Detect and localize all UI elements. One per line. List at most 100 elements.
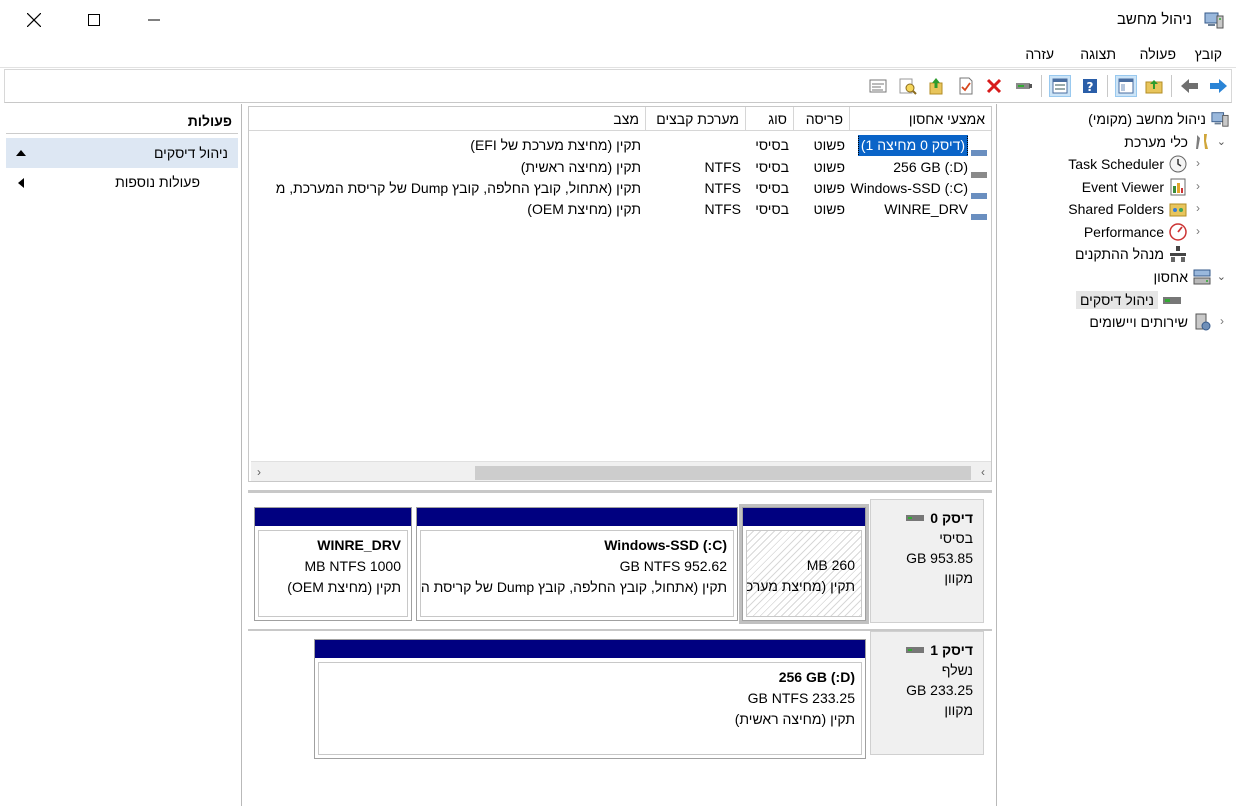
scroll-right-icon[interactable]: › bbox=[981, 465, 985, 479]
shared-folders-icon bbox=[1168, 199, 1188, 219]
volume-list: אמצעי אחסון פריסה סוג מערכת קבצים מצב (ד… bbox=[248, 106, 992, 482]
folder-up-icon bbox=[1145, 80, 1163, 94]
navigation-tree: ניהול מחשב (מקומי) כלי מערכת ⌄ Task Sche… bbox=[996, 104, 1234, 806]
partition-winre[interactable]: WINRE_DRV MB NTFS 1000 תקין (מחיצת OEM) bbox=[254, 507, 412, 621]
computer-management-icon bbox=[1210, 109, 1230, 129]
event-viewer-icon bbox=[1168, 177, 1188, 197]
actions-group-disk-management[interactable]: ניהול דיסקים bbox=[6, 138, 238, 168]
up-one-level-button[interactable] bbox=[1143, 75, 1165, 97]
chevron-left-icon[interactable]: ‹ bbox=[1196, 201, 1200, 215]
horizontal-scrollbar[interactable]: ‹ › bbox=[251, 461, 991, 481]
chevron-left-icon[interactable]: ‹ bbox=[1196, 156, 1200, 170]
tree-item-device-manager[interactable]: מנהל ההתקנים bbox=[1075, 243, 1188, 265]
tree-item-storage[interactable]: אחסון bbox=[1154, 266, 1212, 288]
column-header-type[interactable]: סוג bbox=[745, 107, 793, 131]
storage-icon bbox=[1192, 267, 1212, 287]
list-view-button[interactable] bbox=[867, 75, 889, 97]
more-actions-item[interactable]: פעולות נוספות bbox=[6, 168, 238, 196]
tree-item-root[interactable]: ניהול מחשב (מקומי) bbox=[1088, 108, 1230, 130]
chevron-down-icon[interactable]: ⌄ bbox=[1217, 270, 1226, 283]
chevron-left-icon[interactable]: ‹ bbox=[1196, 179, 1200, 193]
tree-item-disk-management[interactable]: ניהול דיסקים bbox=[1075, 289, 1182, 311]
tree-item-shared-folders[interactable]: Shared Folders bbox=[1068, 198, 1188, 220]
help-icon: ? bbox=[1083, 79, 1097, 94]
maximize-button[interactable] bbox=[82, 8, 106, 32]
back-arrow-icon bbox=[1181, 79, 1198, 93]
forward-button[interactable] bbox=[1207, 75, 1229, 97]
computer-management-icon bbox=[1204, 10, 1224, 30]
check-disk-button[interactable] bbox=[955, 75, 977, 97]
back-button[interactable] bbox=[1179, 75, 1201, 97]
menu-view[interactable]: תצוגה bbox=[1080, 46, 1116, 62]
forward-arrow-icon bbox=[1210, 79, 1227, 93]
check-icon bbox=[959, 77, 973, 95]
chevron-down-icon[interactable]: ⌄ bbox=[1217, 135, 1226, 148]
menu-file[interactable]: קובץ bbox=[1195, 46, 1222, 62]
chevron-left-icon[interactable]: ‹ bbox=[1196, 224, 1200, 238]
menu-action[interactable]: פעולה bbox=[1140, 46, 1176, 62]
connect-icon bbox=[1016, 83, 1032, 89]
column-header-volume[interactable]: אמצעי אחסון bbox=[849, 107, 991, 131]
services-icon bbox=[1192, 312, 1212, 332]
tree-item-system-tools[interactable]: כלי מערכת bbox=[1124, 131, 1212, 153]
disk-0-info[interactable]: דיסק 0 בסיסי GB 953.85 מקוון bbox=[870, 499, 984, 623]
center-pane: אמצעי אחסון פריסה סוג מערכת קבצים מצב (ד… bbox=[246, 104, 992, 806]
table-row[interactable]: (C:) Windows-SSD פשוט בסיסי NTFS תקין (א… bbox=[249, 178, 991, 199]
column-header-filesystem[interactable]: מערכת קבצים bbox=[645, 107, 745, 131]
show-hide-tree-button[interactable] bbox=[1115, 75, 1137, 97]
close-button[interactable] bbox=[22, 8, 46, 32]
connect-button[interactable] bbox=[1013, 75, 1035, 97]
search-icon bbox=[899, 78, 917, 95]
tools-icon bbox=[1192, 132, 1212, 152]
list-view-icon bbox=[869, 79, 887, 93]
volume-icon bbox=[971, 206, 987, 220]
toolbar: ? bbox=[4, 69, 1232, 103]
table-row[interactable]: (דיסק 0 מחיצה 1) פשוט בסיסי תקין (מחיצת … bbox=[249, 135, 991, 156]
volume-icon bbox=[971, 142, 987, 156]
partition-c[interactable]: (C:) Windows-SSD GB NTFS 952.62 תקין (את… bbox=[416, 507, 738, 621]
minimize-button[interactable] bbox=[142, 8, 166, 32]
volume-list-header: אמצעי אחסון פריסה סוג מערכת קבצים מצב bbox=[249, 107, 991, 131]
device-manager-icon bbox=[1168, 244, 1188, 264]
actions-header: פעולות bbox=[6, 108, 238, 134]
submenu-arrow-icon bbox=[18, 178, 24, 188]
delete-icon bbox=[986, 78, 1002, 94]
chevron-left-icon[interactable]: ‹ bbox=[1220, 314, 1224, 328]
column-header-layout[interactable]: פריסה bbox=[793, 107, 849, 131]
tree-item-event-viewer[interactable]: Event Viewer bbox=[1082, 176, 1188, 198]
import-button[interactable] bbox=[925, 75, 947, 97]
svg-text:?: ? bbox=[1087, 80, 1094, 94]
scrollbar-thumb[interactable] bbox=[475, 466, 971, 480]
tree-item-services[interactable]: שירותים ויישומים bbox=[1089, 311, 1212, 333]
disk-management-icon bbox=[1162, 290, 1182, 310]
title-bar: ניהול מחשב bbox=[0, 0, 1236, 42]
collapse-icon[interactable] bbox=[16, 150, 26, 156]
table-row[interactable]: WINRE_DRV פשוט בסיסי NTFS תקין (מחיצת OE… bbox=[249, 199, 991, 220]
actions-pane: פעולות ניהול דיסקים פעולות נוספות bbox=[4, 104, 242, 806]
menu-bar: קובץ פעולה תצוגה עזרה bbox=[0, 42, 1236, 68]
disk-graphical-view: דיסק 0 בסיסי GB 953.85 מקוון MB 260 תקין… bbox=[248, 490, 992, 806]
tree-item-task-scheduler[interactable]: Task Scheduler bbox=[1068, 153, 1188, 175]
column-header-status[interactable]: מצב bbox=[249, 107, 645, 131]
properties-button[interactable] bbox=[1049, 75, 1071, 97]
volume-icon bbox=[971, 164, 987, 178]
disk-icon bbox=[906, 515, 925, 521]
volume-icon bbox=[971, 185, 987, 199]
search-button[interactable] bbox=[897, 75, 919, 97]
window-title: ניהול מחשב bbox=[1116, 11, 1192, 28]
help-button[interactable]: ? bbox=[1079, 75, 1101, 97]
clock-icon bbox=[1168, 154, 1188, 174]
scroll-left-icon[interactable]: ‹ bbox=[257, 465, 261, 479]
performance-icon bbox=[1168, 222, 1188, 242]
properties-icon bbox=[1052, 78, 1068, 94]
menu-help[interactable]: עזרה bbox=[1025, 46, 1054, 62]
table-row[interactable]: (D:) 256 GB פשוט בסיסי NTFS תקין (מחיצה … bbox=[249, 157, 991, 178]
disk-icon bbox=[906, 647, 925, 653]
disk-1-info[interactable]: דיסק 1 נשלף GB 233.25 מקוון bbox=[870, 631, 984, 755]
partition-efi[interactable]: MB 260 תקין (מחיצת מערכת bbox=[739, 504, 869, 624]
show-hide-tree-icon bbox=[1118, 78, 1134, 94]
partition-d[interactable]: (D:) 256 GB GB NTFS 233.25 תקין (מחיצה ר… bbox=[314, 639, 866, 759]
delete-button[interactable] bbox=[983, 75, 1005, 97]
tree-item-performance[interactable]: Performance bbox=[1084, 221, 1188, 243]
import-icon bbox=[929, 78, 943, 95]
